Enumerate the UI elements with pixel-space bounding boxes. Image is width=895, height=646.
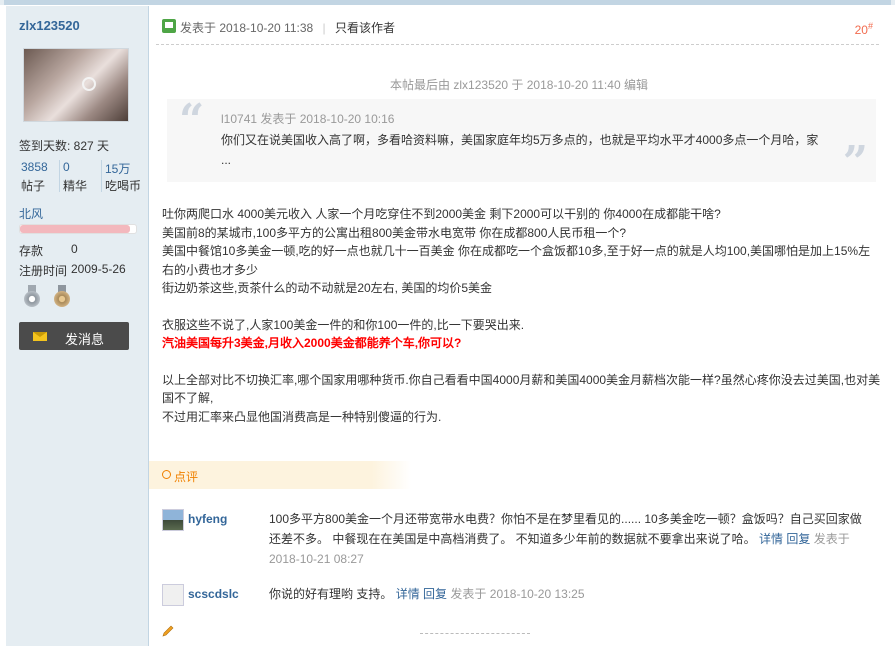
author-username[interactable]: zlx123520 <box>19 18 80 33</box>
body-paragraph: 衣服这些不说了,人家100美金一件的和你100一件的,比一下要哭出来. <box>162 317 525 332</box>
user-group[interactable]: 北风 <box>19 205 43 222</box>
commenter-avatar[interactable] <box>162 509 184 531</box>
comment-detail-link[interactable]: 详情 <box>396 587 420 601</box>
level-progress-bar <box>19 224 137 234</box>
body-highlight: 汽油美国每升3美金,月收入2000美金都能养个车,你可以? <box>162 336 462 350</box>
comment-time: 2018-10-20 13:25 <box>489 587 585 601</box>
body-paragraph: 美国中餐馆10多美金一顿,吃的好一点也就几十一百美金 你在成都吃一个盒饭都10多… <box>162 244 871 277</box>
floor-number[interactable]: 20# <box>855 21 873 37</box>
credits-row: 存款 0 <box>19 242 78 259</box>
commenter-name[interactable]: scscdslc <box>188 587 239 601</box>
quote-block: “ l10741 发表于 2018-10-20 10:16 你们又在说美国收入高… <box>167 95 876 188</box>
only-author-link[interactable]: 只看该作者 <box>335 21 395 35</box>
credits-label: 存款 <box>19 244 44 258</box>
close-quote-icon: ” <box>842 137 868 188</box>
post-header: 发表于 2018-10-20 11:38 | 只看该作者 <box>180 21 396 35</box>
post-time: 发表于 2018-10-20 11:38 <box>180 21 314 35</box>
stat-coins[interactable]: 15万 吃喝币 <box>101 158 143 196</box>
envelope-icon <box>33 332 47 341</box>
avatar[interactable] <box>23 48 129 122</box>
stat-digest-num[interactable]: 0 <box>63 160 70 174</box>
comment-text: 100多平方800美金一个月还带宽带水电费？你怕不是在梦里看见的...... 1… <box>269 512 862 566</box>
open-quote-icon: “ <box>179 95 205 146</box>
pencil-icon[interactable] <box>162 625 174 637</box>
regtime-value: 2009-5-26 <box>71 262 126 276</box>
author-sidebar: zlx123520 签到天数: 827 天 3858 帖子 0 精华 15万 吃… <box>6 6 149 646</box>
quote-header[interactable]: l10741 发表于 2018-10-20 10:16 <box>221 110 394 127</box>
regtime-label: 注册时间 <box>19 264 68 278</box>
top-border <box>0 0 895 5</box>
signin-days: 签到天数: 827 天 <box>19 139 110 153</box>
stat-coins-num[interactable]: 15万 <box>105 160 130 177</box>
credits-value: 0 <box>71 242 78 256</box>
stat-digest-label: 精华 <box>63 179 88 193</box>
comment-text: 你说的好有理哟 支持。 详情 回复 发表于 2018-10-20 13:25 <box>269 587 585 601</box>
online-status-icon <box>162 19 176 33</box>
commenter-avatar[interactable] <box>162 584 184 606</box>
medal-icon[interactable] <box>22 285 42 309</box>
edited-note: 本帖最后由 zlx123520 于 2018-10-20 11:40 编辑 <box>390 78 648 92</box>
header-divider <box>156 44 879 45</box>
post-body: 吐你两爬口水 4000美元收入 人家一个月吃穿住不到2000美金 剩下2000可… <box>162 205 882 426</box>
comment-time: 2018-10-21 08:27 <box>269 552 364 566</box>
stat-posts-num[interactable]: 3858 <box>21 160 48 174</box>
post-main: 发表于 2018-10-20 11:38 | 只看该作者 20# 本帖最后由 z… <box>149 6 889 646</box>
stat-posts[interactable]: 3858 帖子 <box>19 158 59 196</box>
comment-section-header: 点评 <box>149 461 411 489</box>
stat-coins-label: 吃喝币 <box>105 179 142 193</box>
comment-detail-link[interactable]: 详情 <box>759 532 783 546</box>
quote-text: 你们又在说美国收入高了啊，多看哈资料嘛，美国家庭年均5万多点的，也就是平均水平才… <box>221 133 819 167</box>
send-message-button[interactable]: 发消息 <box>19 322 129 350</box>
regtime-row: 注册时间 2009-5-26 <box>19 262 126 279</box>
commenter-name[interactable]: hyfeng <box>188 512 227 526</box>
medal-icon[interactable] <box>52 285 72 309</box>
body-paragraph: 不过用汇率来凸显他国消费高是一种特别傻逼的行为. <box>162 409 442 424</box>
comment-section-title: 点评 <box>174 470 199 484</box>
circle-icon <box>162 470 171 479</box>
comment-reply-link[interactable]: 回复 <box>423 587 447 601</box>
body-paragraph: 街边奶茶这些,贡茶什么的动不动就是20左右, 美国的均价5美金 <box>162 281 493 295</box>
comment-reply-link[interactable]: 回复 <box>786 532 810 546</box>
stat-posts-label: 帖子 <box>21 179 46 193</box>
stat-digest[interactable]: 0 精华 <box>59 158 101 196</box>
bottom-divider <box>420 633 530 634</box>
body-paragraph: 吐你两爬口水 4000美元收入 人家一个月吃穿住不到2000美金 剩下2000可… <box>162 207 721 221</box>
body-paragraph: 美国前8的某城市,100多平方的公寓出租800美金带水电宽带 你在成都800人民… <box>162 225 627 240</box>
send-message-label: 发消息 <box>65 332 105 347</box>
body-paragraph: 以上全部对比不切换汇率,哪个国家用哪种货币.你自己看看中国4000月薪和美国40… <box>162 372 881 406</box>
author-stats: 3858 帖子 0 精华 15万 吃喝币 <box>19 158 144 196</box>
